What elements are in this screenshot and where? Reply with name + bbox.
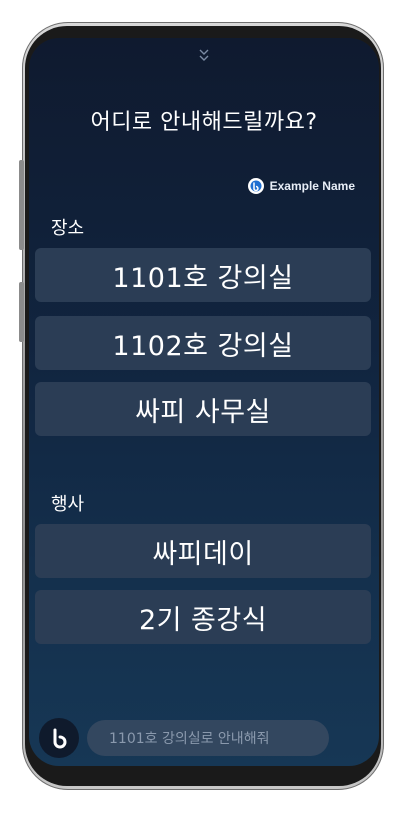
option-place-office[interactable]: 싸피 사무실 xyxy=(35,382,371,436)
user-name: Example Name xyxy=(269,179,355,193)
user-profile: Example Name xyxy=(247,178,355,194)
bixby-profile-icon xyxy=(247,178,264,194)
option-event-ssafy-day[interactable]: 싸피데이 xyxy=(35,524,371,578)
collapse-handle[interactable] xyxy=(29,48,379,63)
bixby-button[interactable] xyxy=(39,718,79,758)
input-bar: 1101호 강의실로 안내해줘 xyxy=(39,718,369,758)
voice-input-field[interactable]: 1101호 강의실로 안내해줘 xyxy=(87,720,329,756)
option-event-closing[interactable]: 2기 종강식 xyxy=(35,590,371,644)
power-button xyxy=(19,282,24,342)
option-place-1101[interactable]: 1101호 강의실 xyxy=(35,248,371,302)
bixby-icon xyxy=(53,728,67,749)
places-section-label: 장소 xyxy=(51,218,85,239)
events-section-label: 행사 xyxy=(51,494,85,515)
chevron-double-down-icon xyxy=(199,49,209,61)
option-place-1102[interactable]: 1102호 강의실 xyxy=(35,316,371,370)
assistant-screen: 어디로 안내해드릴까요? Example Name 장소 1101호 강의실 1… xyxy=(29,38,379,766)
assistant-prompt: 어디로 안내해드릴까요? xyxy=(90,110,318,135)
volume-button xyxy=(19,160,24,250)
